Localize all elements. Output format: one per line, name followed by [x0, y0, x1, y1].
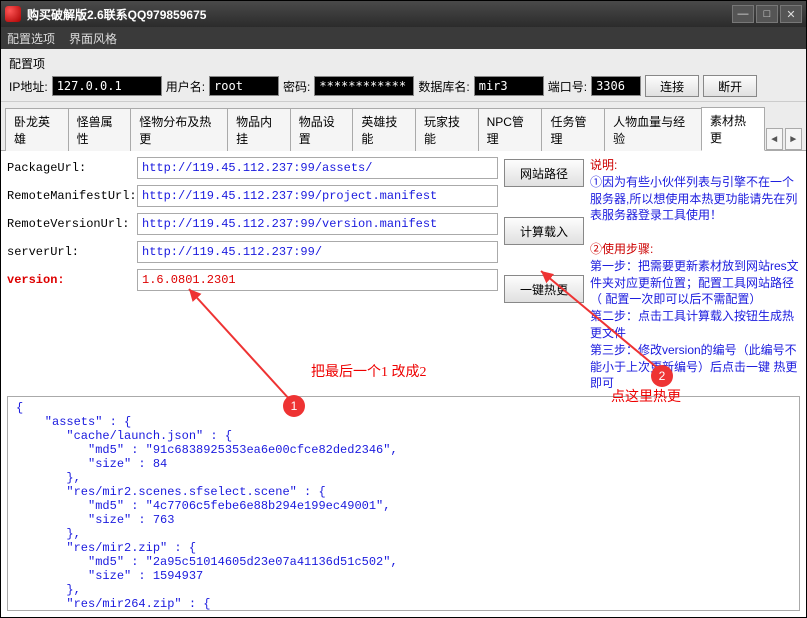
- connect-button[interactable]: 连接: [645, 75, 699, 97]
- menu-config[interactable]: 配置选项: [7, 30, 55, 47]
- db-input[interactable]: [474, 76, 544, 96]
- annotation-bubble-1: 1: [283, 395, 305, 417]
- remoteversion-label: RemoteVersionUrl:: [7, 217, 137, 231]
- port-label: 端口号:: [548, 78, 587, 95]
- help-steps-hdr: ②使用步骤:: [590, 242, 653, 256]
- annotation-bubble-2: 2: [651, 365, 673, 387]
- hotupdate-button[interactable]: 一键热更: [504, 275, 584, 303]
- help-step2: 第二步：点击工具计算载入按钮生成热更文件: [590, 309, 794, 340]
- tab-scroll-right[interactable]: ►: [785, 128, 802, 150]
- user-input[interactable]: [209, 76, 279, 96]
- remoteversion-input[interactable]: [137, 213, 498, 235]
- pwd-label: 密码:: [283, 78, 310, 95]
- help-step1: 第一步：把需要更新素材放到网站res文件夹对应更新位置；配置工具网站路径（ 配置…: [590, 259, 799, 307]
- menu-style[interactable]: 界面风格: [69, 30, 117, 47]
- titlebar: 购买破解版2.6联系QQ979859675 — □ ✕: [1, 1, 806, 27]
- menubar: 配置选项 界面风格: [1, 27, 806, 49]
- annotation-text-2: 点这里热更: [611, 386, 681, 406]
- remotemanifest-label: RemoteManifestUrl:: [7, 189, 137, 203]
- help-intro: ①因为有些小伙伴列表与引擎不在一个服务器,所以想使用本热更功能请先在列表服务器登…: [590, 175, 797, 223]
- disconnect-button[interactable]: 断开: [703, 75, 757, 97]
- config-toolbar: 配置项 IP地址: 用户名: 密码: 数据库名: 端口号: 连接 断开: [1, 49, 806, 102]
- tab-task[interactable]: 任务管理: [541, 108, 605, 151]
- app-icon: [5, 6, 21, 22]
- help-panel: 说明: ①因为有些小伙伴列表与引擎不在一个服务器,所以想使用本热更功能请先在列表…: [590, 157, 800, 392]
- tab-wolong[interactable]: 卧龙英雄: [5, 108, 69, 151]
- help-intro-hdr: 说明:: [590, 158, 617, 172]
- window-title: 购买破解版2.6联系QQ979859675: [27, 6, 732, 23]
- content-panel: PackageUrl: RemoteManifestUrl: RemoteVer…: [1, 151, 806, 617]
- calc-load-button[interactable]: 计算载入: [504, 217, 584, 245]
- ip-input[interactable]: [52, 76, 162, 96]
- annotation-text-1: 把最后一个1 改成2: [311, 361, 427, 381]
- port-input[interactable]: [591, 76, 641, 96]
- tab-monster-attr[interactable]: 怪兽属性: [68, 108, 132, 151]
- packageurl-input[interactable]: [137, 157, 498, 179]
- json-output[interactable]: { "assets" : { "cache/launch.json" : { "…: [7, 396, 800, 611]
- user-label: 用户名:: [166, 78, 205, 95]
- tab-scroll-left[interactable]: ◄: [766, 128, 783, 150]
- ip-label: IP地址:: [9, 78, 48, 95]
- close-button[interactable]: ✕: [780, 5, 802, 23]
- packageurl-label: PackageUrl:: [7, 161, 137, 175]
- maximize-button[interactable]: □: [756, 5, 778, 23]
- tab-asset-hotupdate[interactable]: 素材热更: [701, 107, 765, 151]
- tab-hero-skill[interactable]: 英雄技能: [352, 108, 416, 151]
- pwd-input[interactable]: [314, 76, 414, 96]
- config-section-label: 配置项: [9, 55, 798, 72]
- tab-bar: 卧龙英雄 怪兽属性 怪物分布及热更 物品内挂 物品设置 英雄技能 玩家技能 NP…: [1, 102, 806, 151]
- tab-monster-dist[interactable]: 怪物分布及热更: [130, 108, 228, 151]
- serverurl-input[interactable]: [137, 241, 498, 263]
- tab-hp-exp[interactable]: 人物血量与经验: [604, 108, 702, 151]
- serverurl-label: serverUrl:: [7, 245, 137, 259]
- site-path-button[interactable]: 网站路径: [504, 159, 584, 187]
- tab-item-config[interactable]: 物品设置: [290, 108, 354, 151]
- tab-player-skill[interactable]: 玩家技能: [415, 108, 479, 151]
- version-input[interactable]: [137, 269, 498, 291]
- db-label: 数据库名:: [418, 78, 469, 95]
- minimize-button[interactable]: —: [732, 5, 754, 23]
- tab-npc[interactable]: NPC管理: [478, 108, 543, 151]
- help-step3: 第三步：修改version的编号（此编号不能小于上次更新编号）后点击一键 热更即…: [590, 343, 797, 391]
- remotemanifest-input[interactable]: [137, 185, 498, 207]
- tab-item-internal[interactable]: 物品内挂: [227, 108, 291, 151]
- version-label: version:: [7, 273, 137, 287]
